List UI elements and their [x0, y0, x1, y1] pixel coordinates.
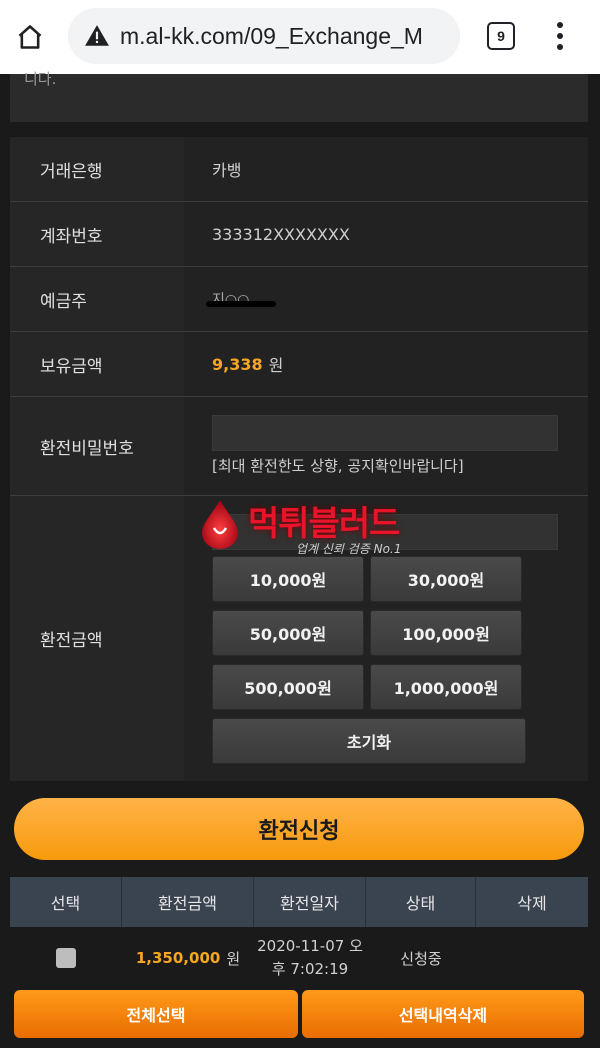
balance-unit: 원 [268, 356, 284, 375]
overflow-menu-icon[interactable] [548, 18, 572, 54]
amount-button-50000[interactable]: 50,000원 [212, 610, 364, 656]
watermark-logo: 먹튀블러드 업계 신뢰 검증 No.1 [200, 496, 420, 560]
select-all-button[interactable]: 전체선택 [14, 990, 298, 1038]
exchange-submit-button[interactable]: 환전신청 [14, 798, 584, 860]
url-text: m.al-kk.com/09_Exchange_M [120, 22, 423, 49]
header-date: 환전일자 [254, 877, 366, 927]
amount-button-1000000[interactable]: 1,000,000원 [370, 664, 522, 710]
row-date-line2: 후 7:02:19 [271, 960, 349, 978]
row-date-line1: 2020-11-07 오 [257, 937, 363, 955]
holder-label: 예금주 [10, 267, 184, 331]
balance-label: 보유금액 [10, 332, 184, 396]
row-amount: 1,350,000 [135, 949, 221, 967]
watermark-title: 먹튀블러드 [248, 504, 400, 544]
amount-label: 환전금액 [10, 496, 184, 781]
password-input[interactable] [212, 415, 558, 451]
balance-row: 보유금액 9,338 원 [10, 332, 588, 397]
notice-text: 니다. [24, 70, 57, 88]
table-header: 선택 환전금액 환전일자 상태 삭제 [10, 877, 588, 927]
password-cell: [최대 환전한도 상향, 공지확인바랍니다] [184, 397, 588, 495]
delete-selected-button[interactable]: 선택내역삭제 [302, 990, 584, 1038]
row-date-cell: 2020-11-07 오 후 7:02:19 [254, 927, 366, 989]
holder-row: 예금주 지○○ [10, 267, 588, 332]
header-status: 상태 [366, 877, 476, 927]
bank-row: 거래은행 카뱅 [10, 137, 588, 202]
row-select-cell [10, 927, 122, 989]
redaction-bar [206, 301, 276, 307]
row-delete-cell [476, 927, 588, 989]
row-status: 신청중 [400, 949, 442, 968]
tab-count-button[interactable]: 9 [487, 22, 515, 50]
exchange-history-table: 선택 환전금액 환전일자 상태 삭제 1,350,000 원 2020-11-0… [10, 877, 588, 989]
reset-button[interactable]: 초기화 [212, 718, 526, 764]
account-label: 계좌번호 [10, 202, 184, 266]
watermark-subtitle: 업계 신뢰 검증 No.1 [296, 542, 402, 556]
account-value: 333312XXXXXXX [184, 202, 588, 266]
password-label: 환전비밀번호 [10, 397, 184, 495]
balance-amount: 9,338 [212, 354, 263, 374]
row-checkbox[interactable] [56, 948, 76, 968]
browser-toolbar: m.al-kk.com/09_Exchange_M 9 [0, 0, 600, 74]
amount-button-500000[interactable]: 500,000원 [212, 664, 364, 710]
amount-button-100000[interactable]: 100,000원 [370, 610, 522, 656]
header-amount: 환전금액 [122, 877, 254, 927]
header-delete: 삭제 [517, 894, 547, 913]
account-row: 계좌번호 333312XXXXXXX [10, 202, 588, 267]
password-hint: [최대 환전한도 상향, 공지확인바랍니다] [212, 457, 464, 475]
bank-label: 거래은행 [10, 137, 184, 201]
balance-value: 9,338 원 [184, 332, 588, 396]
row-amount-cell: 1,350,000 원 [122, 927, 254, 989]
amount-button-30000[interactable]: 30,000원 [370, 556, 522, 602]
row-amount-unit: 원 [226, 949, 241, 968]
blood-drop-icon [202, 500, 238, 549]
holder-value: 지○○ [184, 267, 588, 331]
exchange-form: 거래은행 카뱅 계좌번호 333312XXXXXXX 예금주 지○○ 보유금액 … [10, 137, 588, 781]
password-row: 환전비밀번호 [최대 환전한도 상향, 공지확인바랍니다] [10, 397, 588, 496]
warning-icon [85, 25, 109, 46]
address-bar[interactable]: m.al-kk.com/09_Exchange_M [68, 8, 460, 64]
header-select: 선택 [10, 877, 122, 927]
bank-value: 카뱅 [184, 137, 588, 201]
notice-box: 니다. [10, 70, 588, 122]
amount-button-10000[interactable]: 10,000원 [212, 556, 364, 602]
home-icon[interactable] [0, 0, 60, 74]
table-row: 1,350,000 원 2020-11-07 오 후 7:02:19 신청중 [10, 927, 588, 989]
